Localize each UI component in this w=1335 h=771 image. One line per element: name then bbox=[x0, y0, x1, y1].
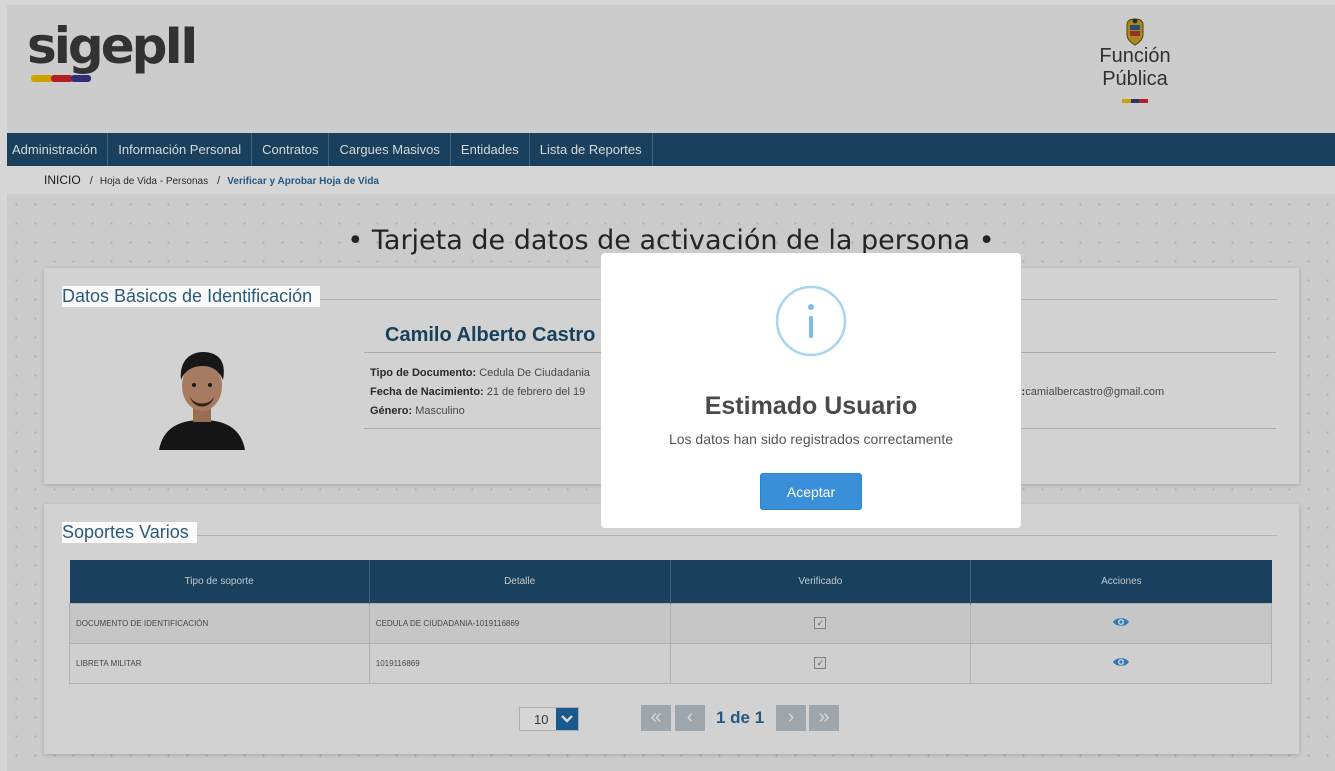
info-icon bbox=[775, 285, 847, 357]
accept-button[interactable]: Aceptar bbox=[760, 473, 862, 510]
dialog-title: Estimado Usuario bbox=[704, 392, 918, 420]
success-dialog: Estimado Usuario Los datos han sido regi… bbox=[601, 253, 1021, 528]
dialog-message: Los datos han sido registrados correctam… bbox=[668, 431, 954, 447]
supports-legend: Soportes Varios bbox=[62, 522, 197, 543]
basic-info-legend: Datos Básicos de Identificación bbox=[62, 286, 321, 307]
